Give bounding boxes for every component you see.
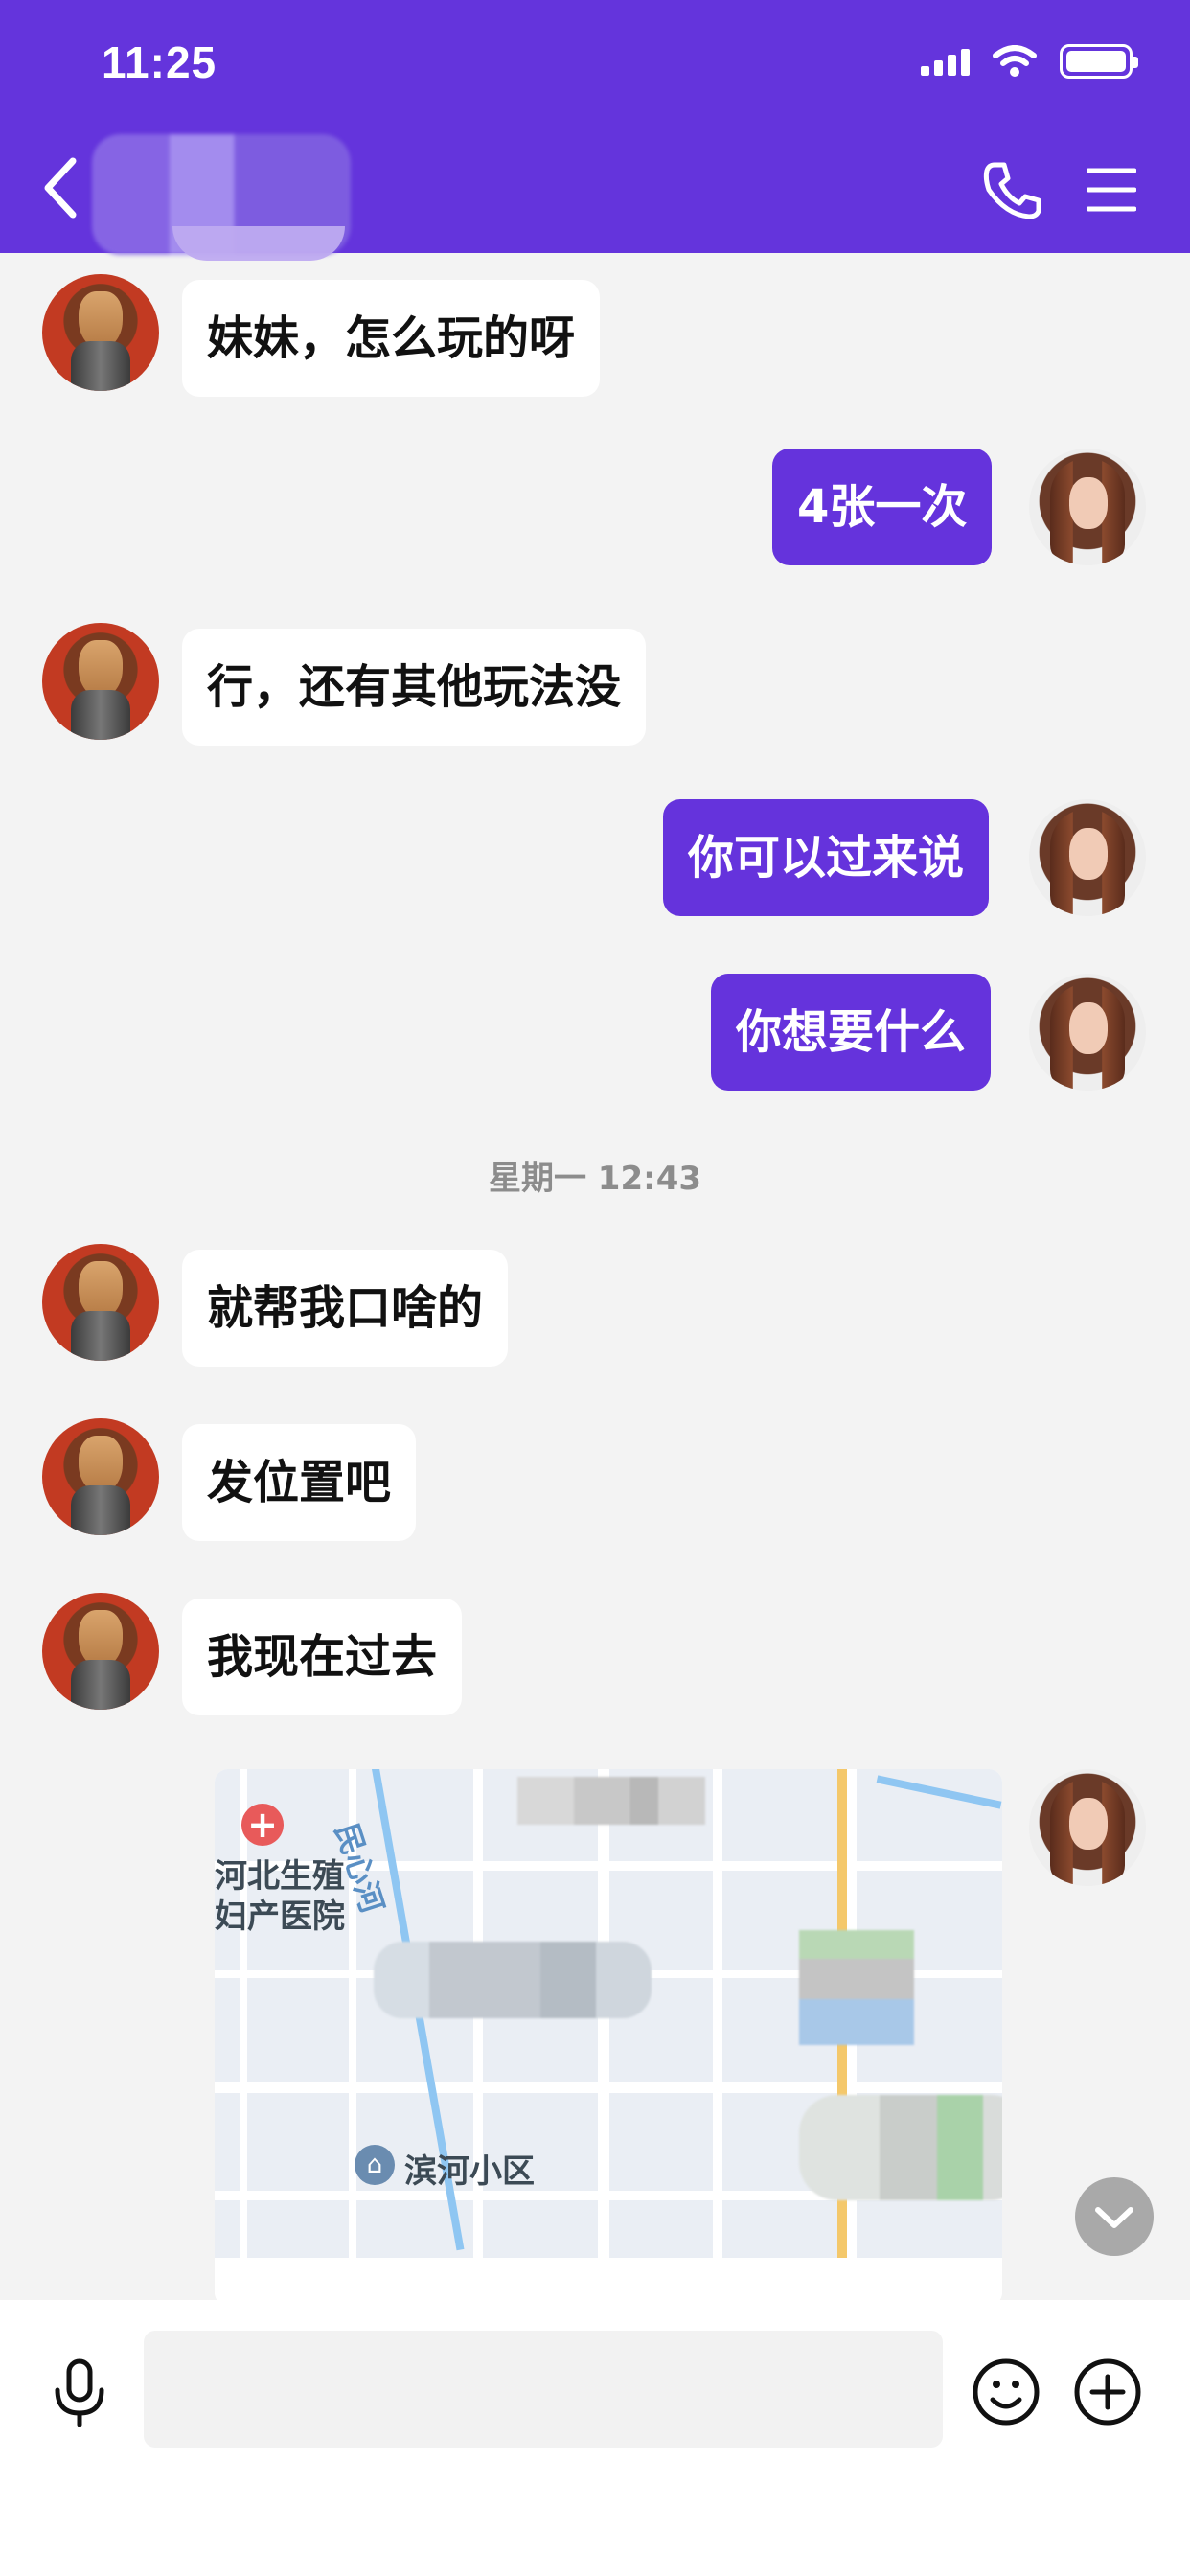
hospital-icon: +: [241, 1804, 284, 1846]
my-avatar[interactable]: [1029, 799, 1146, 916]
smiley-icon: [973, 2358, 1040, 2426]
chat-header: 11:25: [0, 0, 1190, 255]
redacted-map-label: [374, 1942, 652, 2018]
message-bubble-incoming[interactable]: 发位置吧: [182, 1424, 417, 1541]
message-bubble-outgoing[interactable]: 你可以过来说: [663, 799, 990, 916]
redacted-metro-label: [799, 1930, 914, 2045]
contact-avatar[interactable]: [42, 623, 159, 740]
message-input[interactable]: [144, 2331, 943, 2448]
contact-avatar[interactable]: [42, 1244, 159, 1361]
menu-button[interactable]: [1086, 165, 1137, 215]
plus-circle-icon: [1074, 2358, 1141, 2426]
message-bubble-incoming[interactable]: 就帮我口啥的: [182, 1250, 509, 1367]
my-avatar[interactable]: [1029, 1769, 1146, 1886]
my-avatar[interactable]: [1029, 448, 1146, 565]
message-bubble-outgoing[interactable]: 你想要什么: [711, 974, 992, 1091]
location-map[interactable]: + 河北生殖 妇产医院 民心河 ⌂ 滨河小区: [215, 1769, 1002, 2258]
status-time: 11:25: [102, 37, 217, 87]
chevron-down-icon: [1095, 2207, 1133, 2228]
message-bubble-incoming[interactable]: 我现在过去: [182, 1598, 463, 1715]
redacted-map-label: [799, 2095, 1002, 2200]
wifi-icon: [993, 45, 1037, 77]
microphone-icon: [55, 2358, 104, 2427]
contact-name-redacted-tail: [172, 226, 345, 261]
contact-avatar[interactable]: [42, 1418, 159, 1535]
residential-poi-icon: ⌂: [355, 2145, 395, 2185]
phone-icon: [983, 162, 1041, 219]
battery-icon: [1060, 44, 1138, 79]
chevron-left-icon: [44, 157, 77, 218]
contact-avatar[interactable]: [42, 1593, 159, 1710]
scroll-to-bottom-button[interactable]: [1075, 2177, 1154, 2256]
my-avatar[interactable]: [1029, 974, 1146, 1091]
location-caption: [215, 2258, 1002, 2306]
map-label-community: 滨河小区: [404, 2152, 535, 2191]
contact-avatar[interactable]: [42, 274, 159, 391]
message-bubble-incoming[interactable]: 行，还有其他玩法没: [182, 629, 647, 746]
redacted-map-label: [517, 1777, 705, 1825]
cellular-signal-icon: [921, 47, 970, 76]
back-button[interactable]: [38, 153, 86, 222]
hamburger-menu-icon: [1086, 168, 1137, 212]
emoji-button[interactable]: [972, 2358, 1041, 2426]
location-message-card[interactable]: + 河北生殖 妇产医院 民心河 ⌂ 滨河小区: [215, 1769, 1002, 2306]
input-bar: [0, 2300, 1190, 2576]
more-actions-button[interactable]: [1073, 2358, 1142, 2426]
message-bubble-incoming[interactable]: 妹妹，怎么玩的呀: [182, 280, 601, 397]
call-button[interactable]: [981, 159, 1042, 220]
message-timestamp: 星期一 12:43: [488, 1160, 702, 1198]
status-icons: [921, 44, 1138, 79]
voice-input-button[interactable]: [48, 2358, 111, 2428]
message-bubble-outgoing[interactable]: 4张一次: [772, 448, 993, 565]
map-label-hospital-2: 妇产医院: [215, 1898, 345, 1936]
